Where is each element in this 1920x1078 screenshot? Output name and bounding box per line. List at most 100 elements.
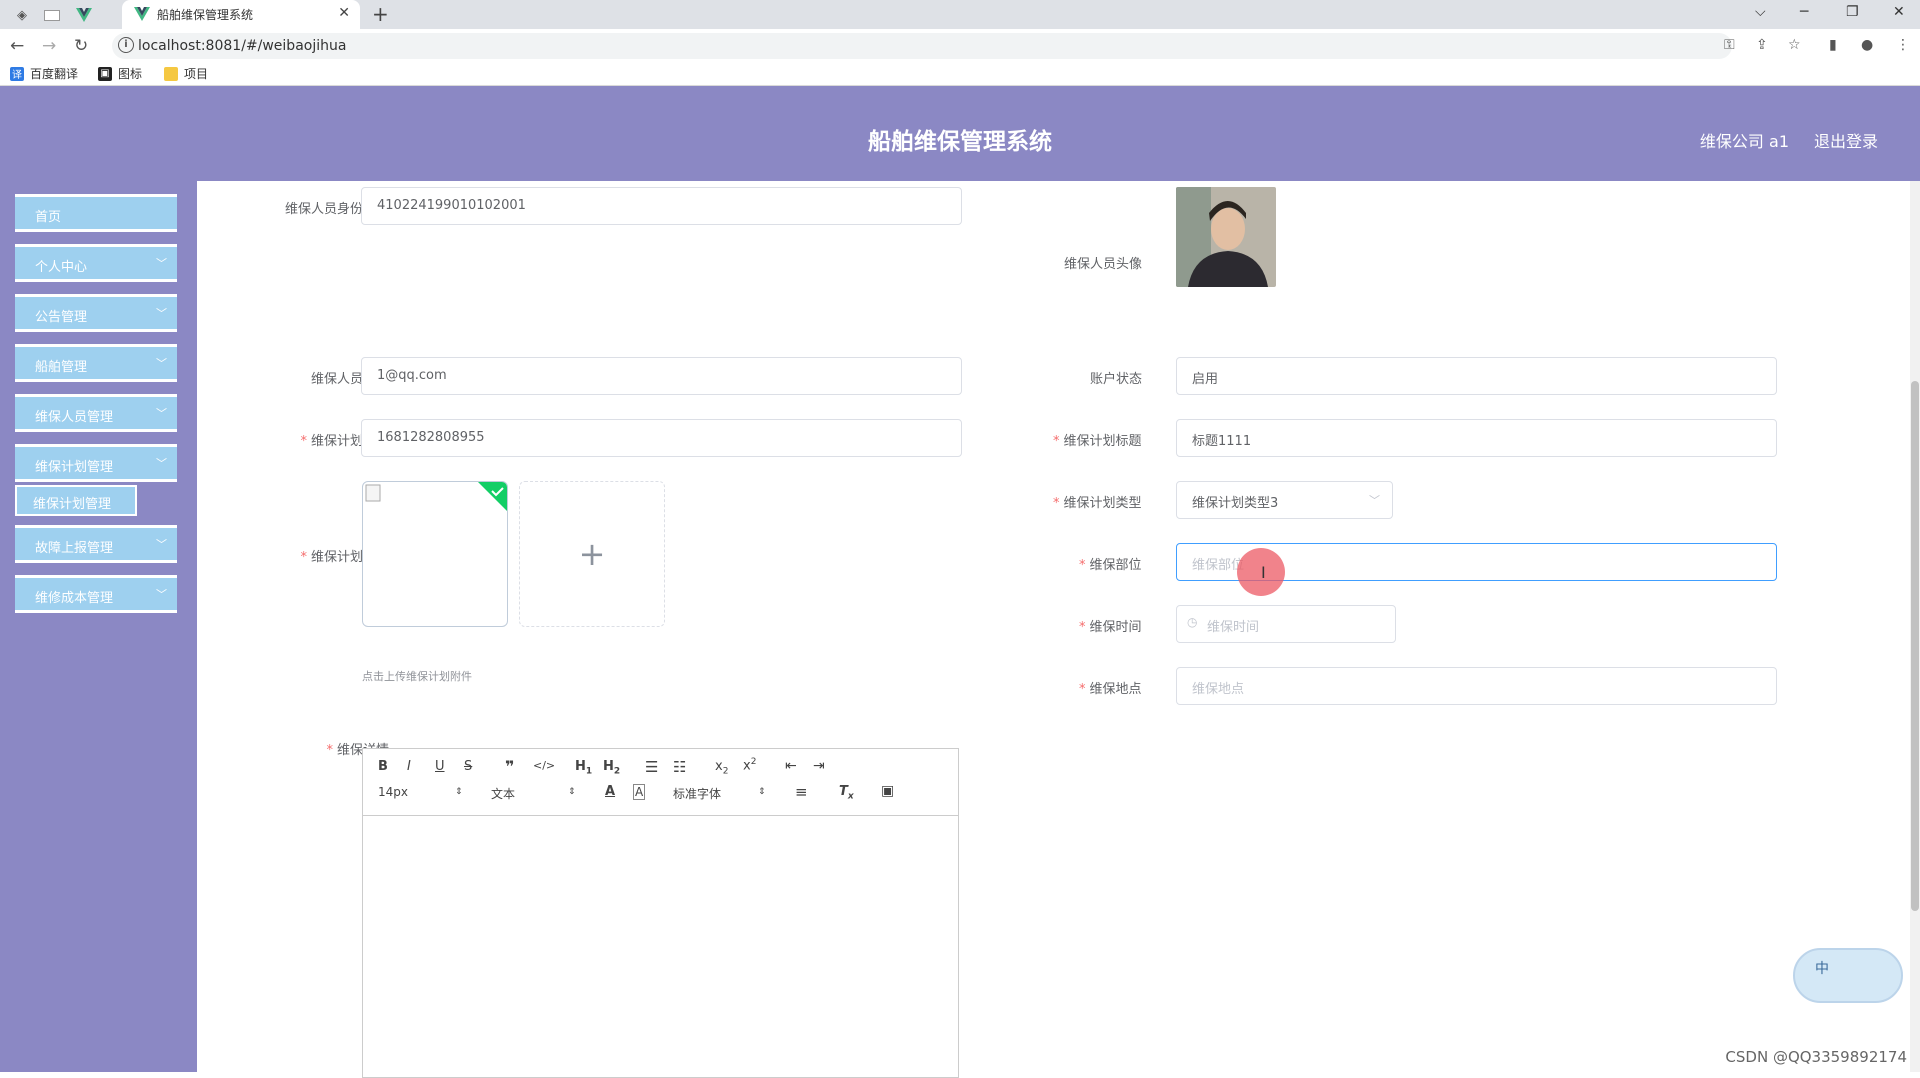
id-card-input[interactable]: 410224199010102001 <box>361 187 962 225</box>
font-size-select[interactable]: 14px <box>378 785 408 799</box>
sidebar-subitem-maintenance-plan[interactable]: 维保计划管理 <box>15 485 137 516</box>
font-color-icon[interactable]: A <box>605 784 615 799</box>
plan-title-label: * 维保计划标题 <box>1053 434 1142 449</box>
new-tab-button[interactable]: + <box>372 2 389 26</box>
uploaded-attachment-card[interactable] <box>362 481 508 627</box>
profile-icon[interactable]: ● <box>1861 37 1873 53</box>
plan-title-input[interactable]: 标题1111 <box>1176 419 1777 457</box>
sidebar-item-home[interactable]: 首页 <box>15 194 177 232</box>
editor-toolbar: B I U S ❞ </> H1 H2 ☰ ☷ x2 x2 ⇤ ⇥ 14px ⇕… <box>363 749 958 816</box>
attachment-hint: 点击上传维保计划附件 <box>362 670 472 683</box>
select-arrows-icon: ⇕ <box>568 787 576 797</box>
sidebar-item-staff[interactable]: 维保人员管理 ﹀ <box>15 394 177 432</box>
editor-content-area[interactable] <box>363 816 958 1078</box>
ordered-list-icon[interactable]: ☰ <box>645 758 658 776</box>
logout-link[interactable]: 退出登录 <box>1814 128 1878 152</box>
avatar-image[interactable] <box>1176 187 1276 287</box>
bookmarks-bar: 译 百度翻译 ▣ 图标 项目 <box>0 63 1920 86</box>
main-form: 维保人员身份证号 410224199010102001 维保人员邮箱 1@qq.… <box>197 181 1920 1078</box>
url-text: localhost:8081/#/weibaojihua <box>138 38 347 54</box>
heading1-icon[interactable]: H1 <box>575 759 592 777</box>
restore-button[interactable]: ❐ <box>1846 4 1859 20</box>
align-icon[interactable]: ≡ <box>795 783 808 801</box>
heading2-icon[interactable]: H2 <box>603 759 620 777</box>
forward-button[interactable]: → <box>42 36 56 56</box>
sidebar-item-announcements[interactable]: 公告管理 ﹀ <box>15 294 177 332</box>
account-status-label: 账户状态 <box>1090 372 1143 387</box>
sidebar-item-ships[interactable]: 船舶管理 ﹀ <box>15 344 177 382</box>
location-input[interactable]: 维保地点 <box>1176 667 1777 705</box>
blockquote-icon[interactable]: ❞ <box>505 757 514 776</box>
text-cursor-icon: I <box>1261 563 1266 582</box>
image-icon[interactable]: ▣ <box>881 783 894 799</box>
subscript-icon[interactable]: x2 <box>715 759 728 777</box>
clear-format-icon[interactable]: Tx <box>839 784 854 802</box>
bookmark-baidu-translate[interactable]: 译 百度翻译 <box>10 65 78 82</box>
time-label: * 维保时间 <box>1079 620 1142 635</box>
vue-tab-icon[interactable] <box>74 5 94 25</box>
scrollbar-thumb[interactable] <box>1911 381 1919 911</box>
superscript-icon[interactable]: x2 <box>743 757 756 773</box>
broken-image-icon <box>365 482 507 511</box>
close-tab-icon[interactable]: ✕ <box>338 5 350 21</box>
vue-logo-icon <box>134 7 150 21</box>
iconfont-icon: ▣ <box>98 66 112 81</box>
chevron-down-icon: ﹀ <box>156 357 167 370</box>
plan-type-select[interactable]: 维保计划类型3 ﹀ <box>1176 481 1393 519</box>
code-block-icon[interactable]: </> <box>533 759 555 772</box>
bold-icon[interactable]: B <box>378 759 388 774</box>
sidebar-item-fault-report[interactable]: 故障上报管理 ﹀ <box>15 525 177 563</box>
strikethrough-icon[interactable]: S <box>464 759 472 774</box>
bookmark-star-icon[interactable]: ☆ <box>1788 37 1801 53</box>
background-color-icon[interactable]: A <box>633 784 646 800</box>
underline-icon[interactable]: U <box>435 759 445 774</box>
chevron-down-icon: ﹀ <box>1369 494 1380 507</box>
back-button[interactable]: ← <box>10 36 24 56</box>
italic-icon[interactable]: I <box>407 759 411 774</box>
chevron-down-icon: ﹀ <box>156 588 167 601</box>
side-panel-icon[interactable]: ▮ <box>1829 37 1837 53</box>
share-icon[interactable]: ⇪ <box>1756 37 1768 53</box>
chevron-down-icon: ﹀ <box>156 457 167 470</box>
url-field[interactable]: i localhost:8081/#/weibaojihua <box>112 33 1732 59</box>
minimize-button[interactable]: ─ <box>1800 4 1808 20</box>
chevron-down-icon: ﹀ <box>156 257 167 270</box>
select-arrows-icon: ⇕ <box>758 787 766 797</box>
sidebar-item-personal-center[interactable]: 个人中心 ﹀ <box>15 244 177 282</box>
page-scrollbar[interactable] <box>1910 181 1920 1072</box>
translate-icon: 译 <box>10 66 24 81</box>
chevron-down-icon: ﹀ <box>156 307 167 320</box>
plan-type-label: * 维保计划类型 <box>1053 496 1142 511</box>
menu-kebab-icon[interactable]: ⋮ <box>1896 37 1910 53</box>
bookmark-folder-project[interactable]: 项目 <box>164 65 208 82</box>
sidebar-item-maintenance-plan[interactable]: 维保计划管理 ﹀ <box>15 444 177 482</box>
font-family-select[interactable]: 标准字体 <box>673 785 721 802</box>
plan-no-input[interactable]: 1681282808955 <box>361 419 962 457</box>
site-info-icon[interactable]: i <box>118 37 134 53</box>
bookmark-icons[interactable]: ▣ 图标 <box>98 65 142 82</box>
indent-icon[interactable]: ⇥ <box>813 758 825 774</box>
tab-title: 船舶维保管理系统 <box>157 8 254 22</box>
globe-icon[interactable]: ◈ <box>12 5 32 25</box>
time-picker[interactable]: ◷ 维保时间 <box>1176 605 1396 643</box>
floating-ime-widget[interactable]: 中 <box>1793 948 1903 1003</box>
account-status-input[interactable]: 启用 <box>1176 357 1777 395</box>
email-input[interactable]: 1@qq.com <box>361 357 962 395</box>
add-attachment-button[interactable]: + <box>519 481 665 627</box>
outdent-icon[interactable]: ⇤ <box>785 758 797 774</box>
watermark: CSDN @QQ3359892174 <box>1725 1048 1907 1066</box>
reload-button[interactable]: ↻ <box>74 36 88 56</box>
sidebar: 首页 个人中心 ﹀ 公告管理 ﹀ 船舶管理 ﹀ 维保人员管理 ﹀ 维保计划管理 … <box>0 181 197 1072</box>
browser-tab-strip: ◈ 船舶维保管理系统 ✕ + ⌵ ─ ❐ ✕ <box>0 0 1920 29</box>
key-icon[interactable]: ⚿ <box>1724 37 1735 53</box>
app-title: 船舶维保管理系统 <box>868 129 1052 155</box>
tab-search-chevron-icon[interactable]: ⌵ <box>1755 4 1766 20</box>
blank-tab-icon[interactable] <box>42 5 62 25</box>
folder-icon <box>164 66 178 81</box>
active-tab[interactable]: 船舶维保管理系统 ✕ <box>122 0 360 29</box>
header-select[interactable]: 文本 <box>491 785 515 802</box>
bullet-list-icon[interactable]: ☷ <box>673 758 686 776</box>
close-window-button[interactable]: ✕ <box>1893 4 1905 20</box>
person-avatar-icon <box>1176 187 1276 287</box>
sidebar-item-repair-cost[interactable]: 维修成本管理 ﹀ <box>15 575 177 613</box>
